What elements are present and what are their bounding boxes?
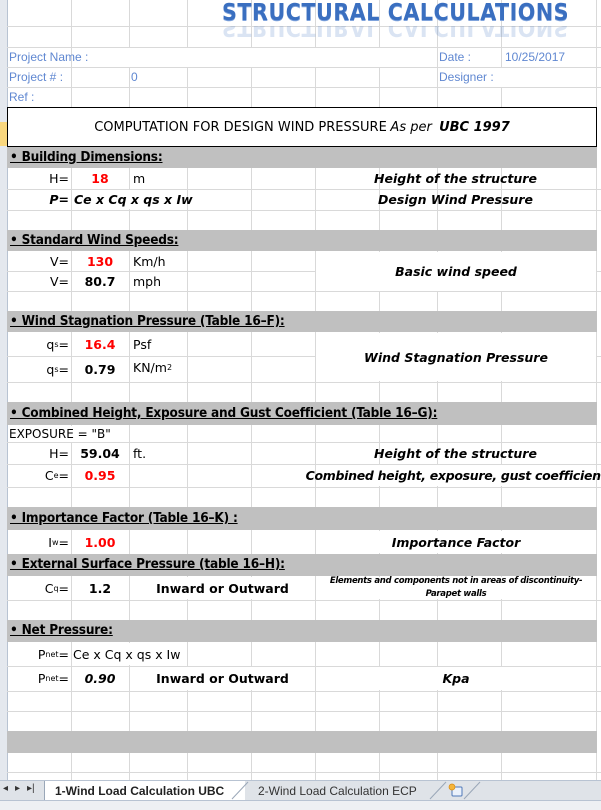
pnet-formula: Ce x Cq x qs x Iw bbox=[72, 643, 186, 665]
gridline bbox=[7, 487, 601, 488]
ce-description: Combined height, exposure, gust coeffici… bbox=[306, 465, 601, 486]
h-label: H= bbox=[49, 171, 69, 186]
gridline bbox=[7, 711, 601, 712]
h-ft-description: Height of the structure bbox=[374, 445, 537, 461]
gridline bbox=[7, 772, 601, 773]
h-unit: m bbox=[133, 171, 146, 186]
header-code: UBC 1997 bbox=[439, 120, 510, 135]
gridline bbox=[7, 691, 601, 692]
computation-header: COMPUTATION FOR DESIGN WIND PRESSURE As … bbox=[7, 107, 597, 147]
iw-value[interactable]: 1.00 bbox=[71, 530, 129, 554]
project-number-label: Project # : bbox=[9, 70, 64, 84]
designer-label: Designer : bbox=[439, 70, 494, 84]
section-band-external: • External Surface Pressure (table 16–H)… bbox=[7, 554, 597, 576]
tab-wind-load-ecp[interactable]: 2-Wind Load Calculation ECP bbox=[258, 781, 438, 800]
header-main: COMPUTATION FOR DESIGN WIND PRESSURE bbox=[94, 119, 387, 135]
cq-value: 1.2 bbox=[88, 580, 112, 596]
external-description-line2: Parapet walls bbox=[425, 589, 487, 599]
v1-label: V= bbox=[49, 253, 69, 269]
project-name-value-cell[interactable] bbox=[129, 48, 437, 67]
date-label: Date : bbox=[439, 50, 472, 64]
project-number-value[interactable]: 0 bbox=[131, 67, 138, 87]
date-value[interactable]: 10/25/2017 bbox=[505, 47, 565, 67]
designer-value-cell[interactable] bbox=[501, 68, 596, 87]
p-formula: Ce x Cq x qs x Iw bbox=[72, 190, 193, 209]
section-band-stagnation: • Wind Stagnation Pressure (Table 16–F): bbox=[7, 311, 597, 332]
section-title-importance: • Importance Factor (Table 16–K) : bbox=[10, 510, 238, 526]
qs1-value[interactable]: 16.4 bbox=[71, 332, 129, 356]
sheet-title: STRUCTURAL CALCULATIONS bbox=[222, 0, 570, 26]
project-name-label: Project Name : bbox=[9, 50, 89, 64]
section-band-net: • Net Pressure: bbox=[7, 620, 597, 642]
section-band-wind-speed: • Standard Wind Speeds: bbox=[7, 230, 597, 251]
section-title-stagnation: • Wind Stagnation Pressure (Table 16–F): bbox=[10, 313, 285, 329]
gridline bbox=[7, 210, 601, 211]
sheet-title-reflection: STRUCTURAL CALCULATIONS bbox=[222, 26, 570, 40]
qs1-unit: Psf bbox=[133, 336, 152, 352]
qs2-unit: KN/m 2 bbox=[133, 359, 173, 375]
tab-separator bbox=[231, 781, 249, 800]
tab-label: 2-Wind Load Calculation ECP bbox=[258, 783, 417, 798]
nav-prev-sheet-icon[interactable]: ◂ bbox=[3, 783, 8, 794]
external-description: Elements and components not in areas of … bbox=[316, 576, 596, 599]
pnet-label: Pnet = bbox=[37, 671, 69, 686]
section-band-building: • Building Dimensions: bbox=[7, 147, 597, 168]
section-title-wind-speed: • Standard Wind Speeds: bbox=[10, 232, 179, 248]
spreadsheet-grid[interactable]: STRUCTURAL CALCULATIONS STRUCTURAL CALCU… bbox=[0, 0, 601, 780]
ce-label: Ce = bbox=[44, 468, 69, 483]
pnet-formula-label: Pnet = bbox=[37, 646, 69, 662]
h-ft-label: H= bbox=[49, 445, 69, 461]
section-title-combined: • Combined Height, Exposure and Gust Coe… bbox=[10, 405, 438, 421]
pnet-direction: Inward or Outward bbox=[130, 667, 315, 690]
h-ft-value: 59.04 bbox=[80, 445, 120, 461]
section-band-combined: • Combined Height, Exposure and Gust Coe… bbox=[7, 402, 597, 425]
v2-unit: mph bbox=[133, 273, 162, 289]
cq-label: Cq = bbox=[44, 580, 69, 596]
stagnation-description: Wind Stagnation Pressure bbox=[316, 333, 596, 381]
section-band-empty bbox=[7, 731, 597, 753]
tab-wind-load-ubc[interactable]: 1-Wind Load Calculation UBC bbox=[44, 781, 245, 800]
h-ft-unit: ft. bbox=[133, 445, 147, 461]
tab-label: 1-Wind Load Calculation UBC bbox=[55, 783, 225, 798]
section-band-importance: • Importance Factor (Table 16–K) : bbox=[7, 507, 597, 530]
header-as-per: As per bbox=[390, 119, 432, 135]
v2-label: V= bbox=[49, 273, 69, 289]
gridline bbox=[7, 291, 601, 292]
gridline bbox=[7, 382, 601, 383]
v1-unit: Km/h bbox=[133, 253, 166, 269]
qs2-value: 0.79 bbox=[84, 361, 116, 377]
nav-last-sheet-icon[interactable]: ▸| bbox=[27, 783, 35, 794]
pnet-value: 0.90 bbox=[84, 671, 116, 686]
section-title-external: • External Surface Pressure (table 16–H)… bbox=[10, 556, 285, 572]
wind-speed-description: Basic wind speed bbox=[316, 252, 596, 291]
p-label: P= bbox=[49, 192, 69, 207]
section-title-building: • Building Dimensions: bbox=[10, 149, 163, 165]
h-value[interactable]: 18 bbox=[71, 168, 129, 189]
gridline bbox=[7, 600, 601, 601]
exposure-text: EXPOSURE = "B" bbox=[8, 426, 128, 442]
section-title-net: • Net Pressure: bbox=[10, 622, 113, 638]
selected-row-marker bbox=[0, 122, 7, 146]
sheet-tab-bar: ◂ ▸ ▸| 1-Wind Load Calculation UBC 2-Win… bbox=[0, 780, 601, 801]
importance-description: Importance Factor bbox=[316, 531, 596, 553]
h-description: Height of the structure bbox=[374, 171, 537, 186]
v1-value[interactable]: 130 bbox=[71, 251, 129, 271]
qs1-label: q s = bbox=[46, 336, 69, 352]
external-description-line1: Elements and components not in areas of … bbox=[329, 576, 583, 586]
nav-next-sheet-icon[interactable]: ▸ bbox=[15, 783, 20, 794]
ref-label: Ref : bbox=[9, 90, 35, 104]
v2-value: 80.7 bbox=[84, 273, 116, 289]
iw-label: Iw = bbox=[48, 534, 69, 550]
ce-value[interactable]: 0.95 bbox=[71, 464, 129, 487]
p-description: Design Wind Pressure bbox=[378, 192, 533, 207]
pnet-unit: Kpa bbox=[316, 667, 596, 690]
new-sheet-icon[interactable] bbox=[448, 783, 464, 798]
gridline bbox=[7, 87, 601, 88]
qs2-label: q s = bbox=[46, 361, 69, 377]
cq-direction: Inward or Outward bbox=[130, 577, 315, 599]
